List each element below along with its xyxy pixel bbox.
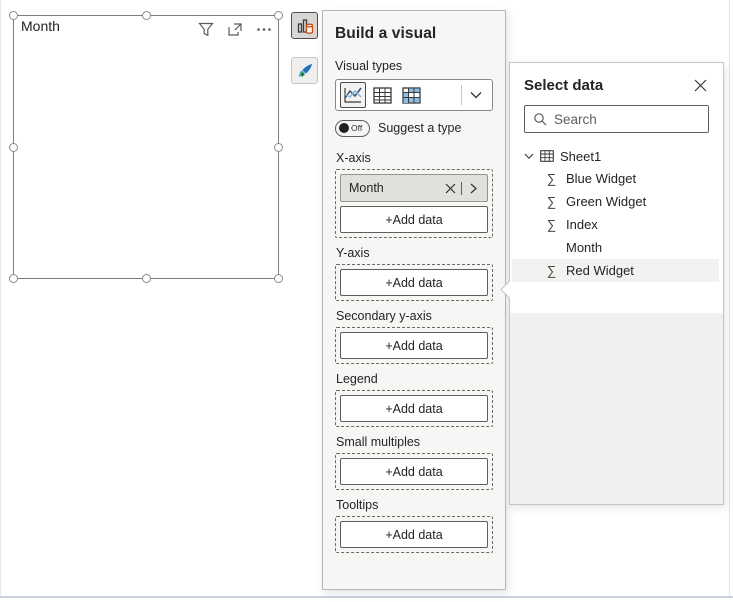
build-visual-pane: Build a visual Visual types Off Suggest … (322, 10, 506, 590)
select-data-empty-area (510, 313, 723, 504)
add-data-button-legend[interactable]: +Add data (340, 395, 488, 422)
tooltips-drop-zone[interactable]: +Add data (335, 516, 493, 553)
resize-handle-middle-right[interactable] (274, 143, 283, 152)
well-y-axis: Y-axis +Add data (335, 246, 493, 301)
powerbi-edit-view: Month Build a visual Visual types Off Su… (0, 0, 733, 602)
window-right-edge (729, 0, 730, 596)
small-multiples-drop-zone[interactable]: +Add data (335, 453, 493, 490)
select-data-content: Select data Sheet1 (510, 63, 731, 313)
well-label: Secondary y-axis (336, 309, 432, 323)
visual-title: Month (21, 18, 60, 34)
suggest-a-type-row: Off Suggest a type (335, 119, 493, 137)
more-options-icon[interactable] (256, 22, 272, 37)
resize-handle-top-right[interactable] (274, 11, 283, 20)
canvas-bottom-border (0, 596, 733, 598)
resize-handle-top-center[interactable] (142, 11, 151, 20)
sigma-icon: ∑ (546, 263, 557, 278)
x-axis-drop-zone[interactable]: Month +Add data (335, 169, 493, 238)
well-secondary-y-axis: Secondary y-axis +Add data (335, 309, 493, 364)
well-label: Legend (336, 372, 378, 386)
sigma-icon: ∑ (546, 171, 557, 186)
field-pill-month[interactable]: Month (340, 174, 488, 202)
field-item-red-widget[interactable]: ∑ Red Widget (512, 259, 719, 282)
close-icon[interactable] (691, 76, 709, 94)
toggle-knob (339, 123, 349, 133)
resize-handle-top-left[interactable] (9, 11, 18, 20)
visual-types-expand-chevron-icon[interactable] (464, 82, 488, 108)
add-data-button-x-axis[interactable]: +Add data (340, 206, 488, 233)
resize-handle-middle-left[interactable] (9, 143, 18, 152)
visual-type-matrix[interactable] (398, 82, 424, 108)
select-data-flyout: Select data Sheet1 (500, 62, 731, 505)
remove-field-icon[interactable] (442, 180, 458, 196)
field-name: Red Widget (566, 263, 634, 278)
search-input[interactable] (554, 111, 731, 127)
visual-types-divider (461, 85, 462, 105)
field-item-month[interactable]: ∑ Month (512, 236, 719, 259)
field-item-index[interactable]: ∑ Index (512, 213, 719, 236)
secondary-y-axis-drop-zone[interactable]: +Add data (335, 327, 493, 364)
field-item-green-widget[interactable]: ∑ Green Widget (512, 190, 719, 213)
visual-placeholder[interactable]: Month (9, 11, 283, 283)
table-icon (540, 150, 554, 162)
focus-mode-icon[interactable] (227, 22, 243, 37)
add-data-button-tooltips[interactable]: +Add data (340, 521, 488, 548)
well-label: X-axis (336, 151, 371, 165)
well-tooltips: Tooltips +Add data (335, 498, 493, 553)
field-name: Blue Widget (566, 171, 637, 186)
y-axis-drop-zone[interactable]: +Add data (335, 264, 493, 301)
build-pane-title: Build a visual (335, 25, 437, 42)
add-data-button-y-axis[interactable]: +Add data (340, 269, 488, 296)
suggest-type-toggle[interactable]: Off (335, 119, 370, 137)
sigma-icon: ∑ (546, 194, 557, 209)
resize-handle-bottom-right[interactable] (274, 274, 283, 283)
select-data-title: Select data (524, 76, 604, 94)
table-name: Sheet1 (560, 148, 602, 164)
select-data-header: Select data (524, 75, 709, 95)
filter-icon[interactable] (198, 22, 214, 37)
search-icon (533, 112, 547, 126)
well-label: Y-axis (336, 246, 370, 260)
add-data-button-secondary-y-axis[interactable]: +Add data (340, 332, 488, 359)
visual-types-gallery (335, 79, 493, 111)
visual-type-line-chart[interactable] (340, 82, 366, 108)
well-x-axis: X-axis Month +Add data (335, 151, 493, 238)
build-visual-pane-button[interactable] (291, 12, 318, 39)
sigma-icon: ∑ (546, 217, 557, 232)
field-pill-label: Month (349, 181, 384, 195)
well-legend: Legend +Add data (335, 372, 493, 427)
format-visual-pane-button[interactable] (291, 57, 318, 84)
add-data-button-small-multiples[interactable]: +Add data (340, 458, 488, 485)
pill-divider (461, 181, 462, 195)
well-label: Tooltips (336, 498, 379, 512)
field-name: Green Widget (566, 194, 647, 209)
visual-type-table[interactable] (369, 82, 395, 108)
resize-handle-bottom-center[interactable] (142, 274, 151, 283)
tree-node-sheet1[interactable]: Sheet1 (524, 145, 709, 167)
build-visual-icon (296, 17, 314, 35)
toggle-state-label: Off (351, 123, 363, 133)
field-options-chevron-icon[interactable] (465, 180, 481, 196)
well-small-multiples: Small multiples +Add data (335, 435, 493, 490)
well-label: Small multiples (336, 435, 421, 449)
field-name: Month (566, 240, 603, 255)
chevron-down-icon[interactable] (524, 153, 534, 160)
visual-header-toolbar (198, 22, 272, 37)
field-name: Index (566, 217, 598, 232)
field-item-blue-widget[interactable]: ∑ Blue Widget (512, 167, 719, 190)
canvas-left-edge (0, 0, 1, 596)
visual-types-label: Visual types (335, 59, 403, 73)
legend-drop-zone[interactable]: +Add data (335, 390, 493, 427)
search-box[interactable] (524, 105, 731, 133)
suggest-type-label: Suggest a type (378, 121, 462, 135)
resize-handle-bottom-left[interactable] (9, 274, 18, 283)
format-brush-icon (296, 62, 314, 80)
